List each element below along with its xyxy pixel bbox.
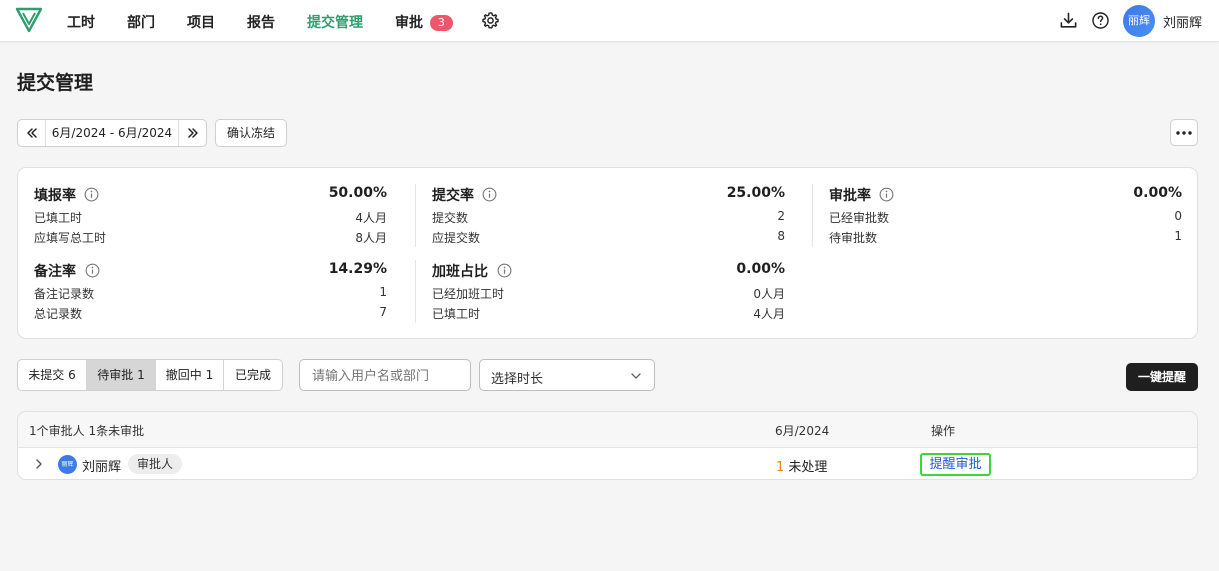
nav-item-reports[interactable]: 报告: [247, 12, 275, 32]
stat-title: 加班占比: [432, 264, 488, 280]
nav-item-approval[interactable]: 审批 3: [395, 12, 453, 32]
more-icon: [1176, 130, 1192, 135]
stat-title: 审批率: [829, 188, 871, 204]
stat-value: 8: [777, 229, 785, 243]
date-range-label[interactable]: 6月/2024 - 6月/2024: [46, 120, 178, 146]
stat-percent: 0.00%: [1133, 185, 1182, 201]
date-range-picker: 6月/2024 - 6月/2024: [17, 119, 207, 147]
remind-approval-button[interactable]: 提醒审批: [920, 453, 991, 476]
stat-percent: 0.00%: [736, 261, 785, 277]
stat-value: 1: [1174, 229, 1182, 243]
stats-divider: [415, 184, 416, 247]
pending-count: 1: [776, 460, 785, 475]
double-chevron-right-icon: [187, 128, 198, 138]
approvers-table: 1个审批人 1条未审批 6月/2024 操作 丽辉 刘丽辉 审批人 1 未处理 …: [17, 411, 1198, 480]
table-header-summary: 1个审批人 1条未审批: [29, 424, 145, 438]
nav-item-hours[interactable]: 工时: [67, 12, 95, 32]
stat-title: 备注率: [34, 264, 76, 280]
stat-submit-rate: 提交率 25.00% 提交数 2 应提交数 8: [432, 185, 785, 247]
duration-select-placeholder: 选择时长: [491, 372, 544, 387]
nav-item-approval-label: 审批: [395, 15, 423, 31]
stats-divider: [415, 260, 416, 323]
nav-item-departments[interactable]: 部门: [127, 12, 155, 32]
page-title: 提交管理: [17, 72, 94, 94]
stats-card: 填报率 50.00% 已填工时 4人月 应填写总工时 8人月 提交率 25.00% …: [17, 167, 1198, 339]
next-period-button[interactable]: [178, 120, 206, 146]
stat-label: 已填工时: [34, 211, 83, 225]
stat-title: 提交率: [432, 188, 474, 204]
stat-percent: 25.00%: [726, 185, 785, 201]
help-icon[interactable]: [1091, 11, 1110, 30]
approver-name: 刘丽辉: [82, 460, 122, 475]
confirm-freeze-button[interactable]: 确认冻结: [215, 119, 287, 147]
chevron-right-icon[interactable]: [33, 458, 45, 470]
more-options-button[interactable]: [1170, 119, 1198, 146]
tab-pending-approval[interactable]: 待审批 1: [87, 360, 156, 390]
stat-overtime-ratio: 加班占比 0.00% 已经加班工时 0人月 已填工时 4人月: [432, 261, 785, 323]
top-navbar: 工时 部门 项目 报告 提交管理 审批 3 丽辉 刘丽辉: [0, 0, 1219, 42]
stat-title: 填报率: [34, 188, 76, 204]
info-icon[interactable]: [879, 187, 894, 202]
stat-value: 1: [379, 285, 387, 299]
nav-item-projects[interactable]: 项目: [187, 12, 215, 32]
stat-percent: 14.29%: [328, 261, 387, 277]
avatar: 丽辉: [58, 455, 77, 474]
role-tag: 审批人: [128, 454, 183, 474]
user-name[interactable]: 刘丽辉: [1163, 12, 1202, 31]
search-input[interactable]: [299, 359, 471, 391]
gear-icon[interactable]: [481, 11, 500, 30]
stat-remark-rate: 备注率 14.29% 备注记录数 1 总记录数 7: [34, 261, 387, 323]
stat-label: 应填写总工时: [34, 231, 107, 245]
chevron-down-icon: [631, 373, 641, 379]
table-row: 丽辉 刘丽辉 审批人 1 未处理 提醒审批: [18, 448, 1197, 479]
nav-item-submission[interactable]: 提交管理: [307, 12, 363, 32]
table-header-action: 操作: [931, 424, 956, 438]
stat-label: 待审批数: [829, 231, 878, 245]
previous-period-button[interactable]: [18, 120, 46, 146]
stat-value: 4人月: [355, 211, 387, 225]
stat-label: 备注记录数: [34, 287, 95, 301]
tab-completed[interactable]: 已完成: [224, 360, 282, 390]
stat-value: 4人月: [753, 307, 785, 321]
info-icon[interactable]: [84, 187, 99, 202]
stats-divider: [812, 184, 813, 247]
remind-all-button[interactable]: 一键提醒: [1126, 363, 1198, 391]
stat-label: 已经加班工时: [432, 287, 505, 301]
logo-icon[interactable]: [15, 7, 43, 33]
user-avatar[interactable]: 丽辉: [1123, 5, 1155, 37]
info-icon[interactable]: [497, 263, 512, 278]
stat-approval-rate: 审批率 0.00% 已经审批数 0 待审批数 1: [829, 185, 1182, 247]
info-icon[interactable]: [482, 187, 497, 202]
table-header-period: 6月/2024: [775, 424, 830, 438]
approval-count-badge: 3: [429, 15, 453, 31]
download-icon[interactable]: [1059, 11, 1078, 30]
stat-value: 0: [1174, 209, 1182, 223]
stat-value: 0人月: [753, 287, 785, 301]
duration-select[interactable]: 选择时长: [479, 359, 655, 391]
stat-value: 8人月: [355, 231, 387, 245]
tab-not-submitted[interactable]: 未提交 6: [18, 360, 87, 390]
stat-percent: 50.00%: [328, 185, 387, 201]
stat-label: 提交数: [432, 211, 469, 225]
double-chevron-left-icon: [26, 128, 37, 138]
stat-label: 应提交数: [432, 231, 481, 245]
stat-label: 已填工时: [432, 307, 481, 321]
stat-label: 已经审批数: [829, 211, 890, 225]
pending-count-cell: 1 未处理: [776, 456, 827, 475]
stat-value: 7: [379, 305, 387, 319]
pending-status: 未处理: [788, 460, 828, 475]
stat-label: 总记录数: [34, 307, 83, 321]
stat-value: 2: [777, 209, 785, 223]
info-icon[interactable]: [85, 263, 100, 278]
stat-fill-rate: 填报率 50.00% 已填工时 4人月 应填写总工时 8人月: [34, 185, 387, 247]
status-filter-tabs: 未提交 6 待审批 1 撤回中 1 已完成: [17, 359, 283, 391]
table-header: 1个审批人 1条未审批 6月/2024 操作: [18, 412, 1197, 448]
tab-withdrawing[interactable]: 撤回中 1: [156, 360, 224, 390]
